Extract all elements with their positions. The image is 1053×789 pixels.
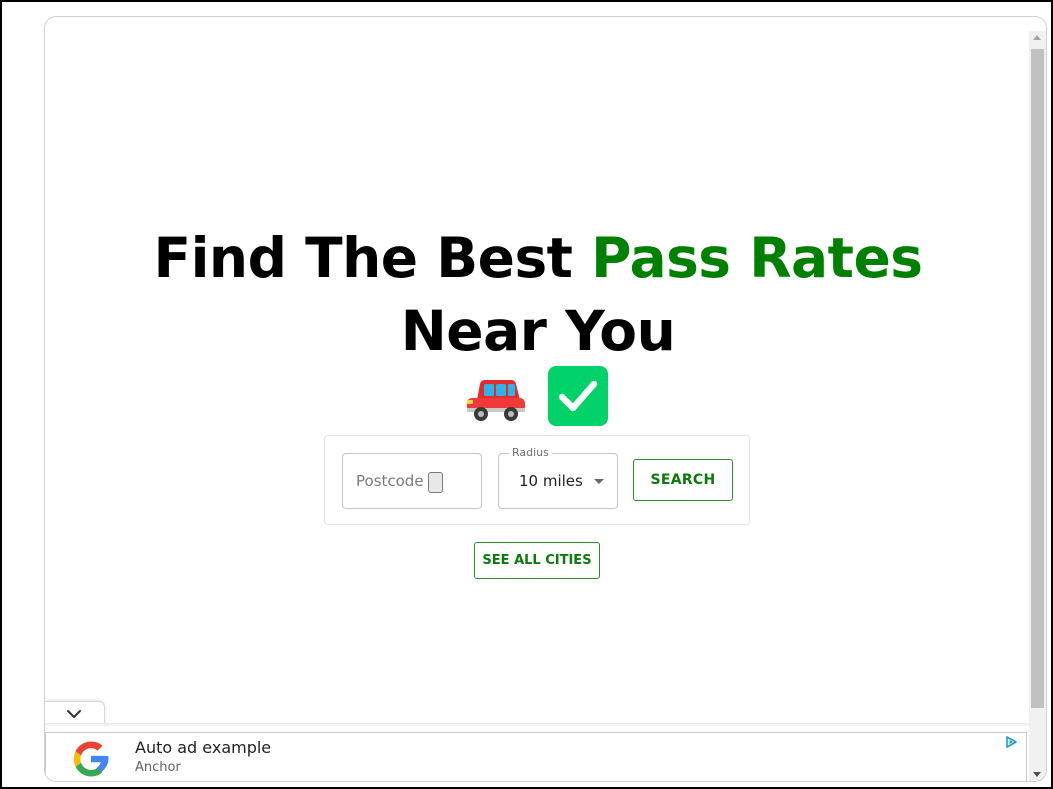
vertical-scrollbar[interactable] xyxy=(1029,31,1046,781)
screenshot-frame: Find The Best Pass Rates Near You Postco… xyxy=(0,0,1053,789)
postcode-input[interactable] xyxy=(343,454,481,508)
ad-subtitle: Anchor xyxy=(135,760,181,775)
see-all-cities-button[interactable]: SEE ALL CITIES xyxy=(474,542,600,579)
title-prefix: Find The Best xyxy=(153,226,592,290)
browser-viewport: Find The Best Pass Rates Near You Postco… xyxy=(44,16,1047,782)
postcode-field[interactable] xyxy=(342,453,482,509)
ad-collapse-tab[interactable] xyxy=(45,701,105,725)
chevron-down-icon xyxy=(67,710,81,718)
radius-label: Radius xyxy=(509,446,552,460)
radius-select[interactable]: Radius 10 miles xyxy=(498,446,618,509)
anchor-ad[interactable]: Auto ad example Anchor xyxy=(45,732,1027,781)
ad-title[interactable]: Auto ad example xyxy=(135,738,271,757)
adchoices-icon[interactable] xyxy=(1004,735,1018,749)
check-mark-icon xyxy=(548,366,608,426)
search-panel: Radius 10 miles SEARCH xyxy=(324,435,750,525)
hero-section: Find The Best Pass Rates Near You xyxy=(45,222,1031,368)
emoji-row xyxy=(465,366,611,426)
car-icon xyxy=(467,380,525,421)
title-accent: Pass Rates xyxy=(591,226,923,290)
google-logo-icon xyxy=(73,741,109,777)
dropdown-caret-icon xyxy=(594,479,604,484)
title-line2: Near You xyxy=(400,299,676,363)
postcode-autofill-icon xyxy=(428,472,443,493)
ad-divider xyxy=(45,723,1031,727)
page-title: Find The Best Pass Rates Near You xyxy=(45,222,1031,368)
scroll-thumb[interactable] xyxy=(1031,49,1044,708)
radius-value: 10 miles xyxy=(519,472,583,490)
scroll-up-arrow-icon[interactable] xyxy=(1033,35,1041,40)
search-button[interactable]: SEARCH xyxy=(633,459,733,501)
scroll-down-arrow-icon[interactable] xyxy=(1033,772,1041,777)
